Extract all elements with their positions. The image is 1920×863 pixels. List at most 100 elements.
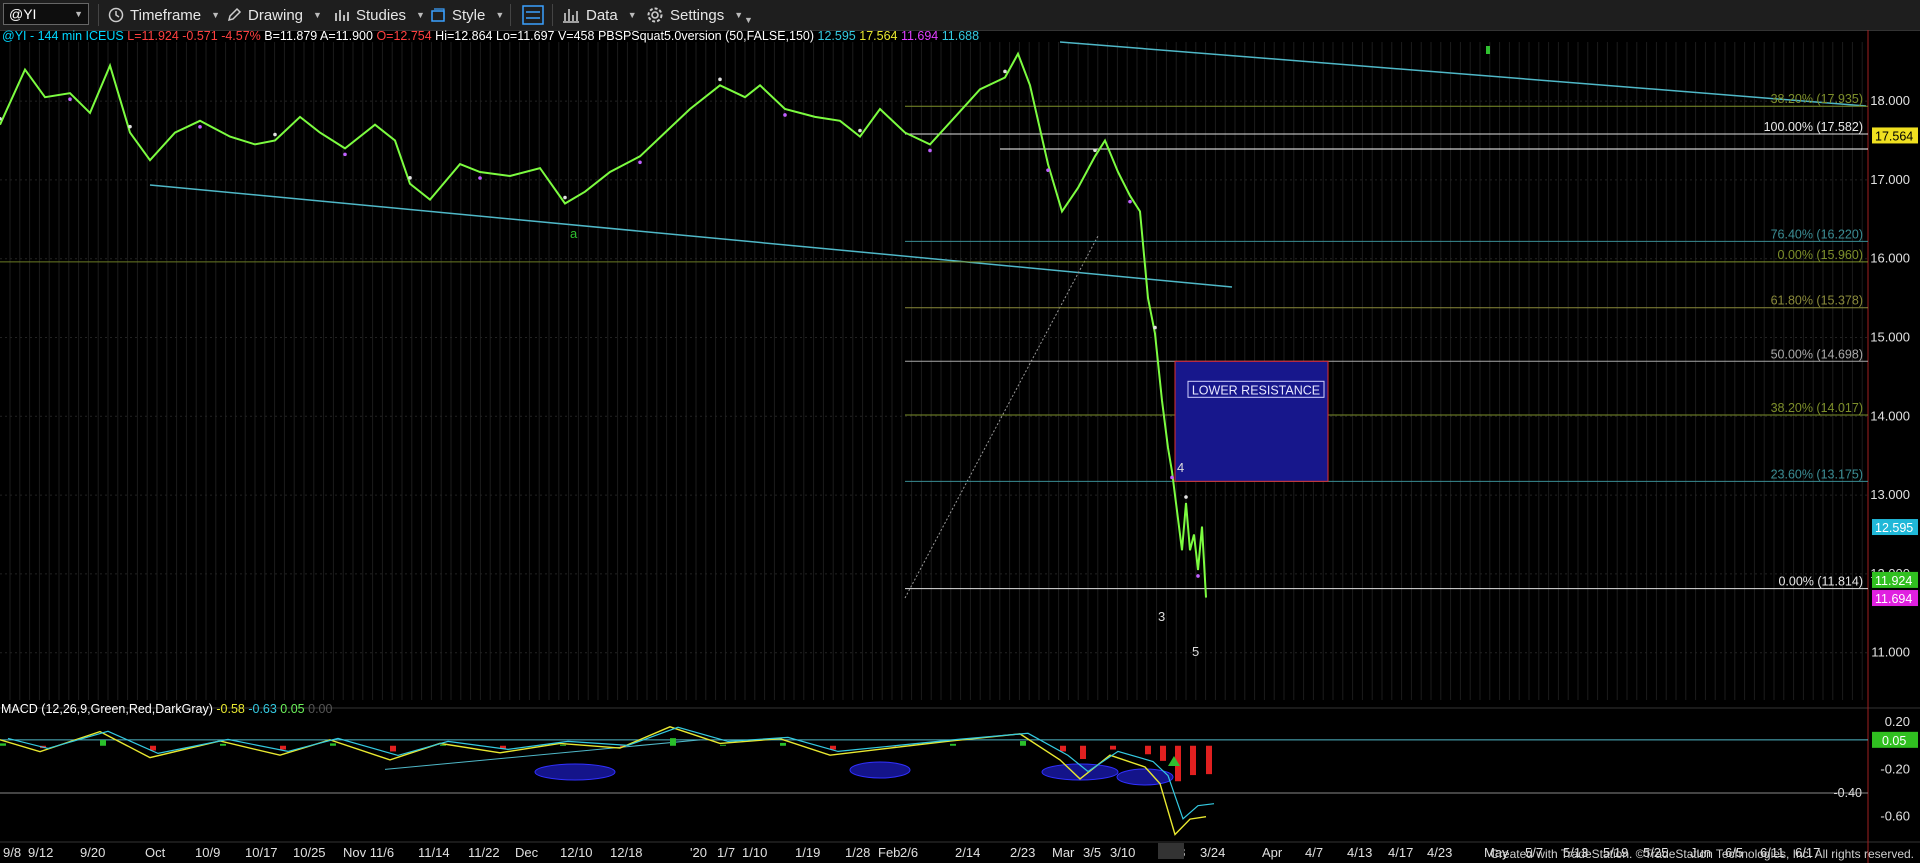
settings-label: Settings — [670, 6, 725, 24]
macd-histogram-bar — [1060, 745, 1066, 752]
toolbar-divider — [98, 4, 99, 26]
pivot-marker — [1093, 148, 1097, 153]
pivot-marker — [1046, 168, 1050, 172]
x-axis-tick: 3/24 — [1200, 845, 1225, 860]
macd-header-value: MACD (12,26,9,Green,Red,DarkGray) — [1, 702, 213, 716]
x-axis-tick: 2/14 — [955, 845, 980, 860]
pivot-marker — [273, 132, 277, 137]
wave-label: 5 — [1192, 644, 1199, 659]
more-button[interactable]: ▼ — [744, 0, 753, 30]
macd-histogram-bar — [1080, 745, 1086, 759]
clock-icon — [108, 7, 124, 23]
pivot-marker — [198, 125, 202, 129]
wave-label: 4 — [1177, 460, 1184, 475]
timeframe-button[interactable]: Timeframe ▼ — [108, 0, 220, 30]
header-value: A=11.900 — [317, 30, 373, 43]
fib-level-label: 38.20% (17.935) — [1771, 92, 1863, 106]
macd-header-value: 0.00 — [305, 702, 333, 716]
x-axis-tick: 2/23 — [1010, 845, 1035, 860]
fib-level-label: 0.00% (15.960) — [1778, 248, 1863, 262]
x-axis-tick: 4/13 — [1347, 845, 1372, 860]
macd-histogram-bar — [220, 743, 226, 746]
header-value: -4.57% — [218, 30, 261, 43]
x-axis-tick: 4/23 — [1427, 845, 1452, 860]
macd-header-value: -0.63 — [245, 702, 277, 716]
symbol-text: @YI — [9, 6, 37, 22]
y-axis-tick: 16.000 — [1870, 251, 1910, 266]
x-axis-tick: Feb — [878, 845, 900, 860]
x-axis-tick: 4/7 — [1305, 845, 1323, 860]
footer-credit: Created with TradeStation. ©TradeStation… — [1490, 847, 1914, 861]
pivot-marker — [1003, 69, 1007, 74]
macd-histogram-bar — [780, 742, 786, 746]
chevron-down-icon[interactable]: ▼ — [74, 9, 83, 19]
x-axis-cursor — [1158, 843, 1184, 859]
macd-histogram-bar — [280, 745, 286, 750]
x-axis-tick: 12/18 — [610, 845, 643, 860]
x-axis-tick: 3/10 — [1110, 845, 1135, 860]
y-axis-tick: 15.000 — [1870, 330, 1910, 345]
x-axis-tick: 11/14 — [418, 845, 450, 860]
x-axis-tick: Nov 11/6 — [343, 845, 394, 860]
data-label: Data — [586, 6, 618, 24]
divergence-ellipse — [849, 761, 911, 779]
macd-histogram-bar — [330, 743, 336, 746]
divergence-ellipse — [534, 763, 616, 781]
pivot-marker — [68, 97, 72, 102]
macd-axis-tick: -0.60 — [1880, 809, 1910, 824]
x-axis-tick: 11/22 — [468, 845, 500, 860]
macd-histogram-bar — [1206, 745, 1212, 775]
drawing-label: Drawing — [248, 6, 304, 24]
symbol-input[interactable]: @YI ▼ — [3, 3, 89, 25]
header-value: -0.571 — [179, 30, 218, 43]
x-axis-tick: 1/7 — [717, 845, 735, 860]
timeframe-label: Timeframe — [130, 6, 202, 24]
header-value: 11.688 — [938, 30, 979, 43]
x-axis-tick: 1/28 — [845, 845, 870, 860]
signal-marker — [1486, 46, 1490, 54]
fib-level-label: 38.20% (14.017) — [1771, 401, 1863, 415]
header-value: O=12.754 — [373, 30, 432, 43]
header-value: Hi=12.864 — [432, 30, 493, 43]
x-axis-tick: 3/5 — [1083, 845, 1101, 860]
macd-axis-tick: -0.20 — [1880, 761, 1910, 776]
header-value: PBSPSquat5.0version (50,FALSE,150) — [594, 30, 814, 43]
macd-histogram-bar — [1190, 745, 1196, 776]
x-axis-tick: Mar — [1052, 845, 1075, 860]
macd-histogram-bar — [560, 744, 566, 746]
studies-button[interactable]: Studies ▼ — [334, 0, 425, 30]
price-tag-label: 11.694 — [1875, 592, 1912, 606]
layout-button[interactable] — [522, 0, 550, 30]
drawing-button[interactable]: Drawing ▼ — [226, 0, 322, 30]
macd-histogram-bar — [1110, 745, 1116, 750]
price-chart[interactable]: @YI - 144 min ICEUS L=11.924 -0.571 -4.5… — [0, 30, 1920, 863]
style-icon — [431, 8, 445, 22]
chevron-down-icon: ▼ — [627, 10, 637, 20]
fib-level-label: 50.00% (14.698) — [1771, 347, 1863, 361]
x-axis-tick: 10/17 — [245, 845, 278, 860]
macd-header: MACD (12,26,9,Green,Red,DarkGray) -0.58 … — [1, 702, 332, 716]
studies-icon — [335, 10, 349, 21]
divergence-ellipse — [1041, 763, 1119, 781]
pivot-marker — [718, 77, 722, 82]
x-axis-tick: 1/10 — [742, 845, 767, 860]
macd-tag-label: -0.40 — [1834, 786, 1863, 800]
x-axis-tick: 10/9 — [195, 845, 220, 860]
pivot-marker — [1196, 574, 1200, 578]
style-button[interactable]: Style ▼ — [430, 0, 504, 30]
x-axis-tick: 12/10 — [560, 845, 593, 860]
settings-button[interactable]: Settings ▼ — [646, 0, 743, 30]
resistance-label: LOWER RESISTANCE — [1192, 383, 1320, 397]
fib-level-label: 23.60% (13.175) — [1771, 467, 1863, 481]
macd-tag-label: 0.05 — [1882, 734, 1906, 748]
pivot-marker — [783, 113, 787, 117]
data-button[interactable]: Data ▼ — [562, 0, 637, 30]
wave-label: 3 — [1158, 609, 1165, 624]
macd-histogram-bar — [390, 745, 396, 752]
projection-line — [904, 235, 1099, 599]
macd-histogram-bar — [670, 738, 676, 746]
chevron-down-icon: ▼ — [744, 15, 753, 25]
price-tag-label: 17.564 — [1875, 129, 1913, 143]
toolbar-divider — [552, 4, 553, 26]
macd-histogram-bar — [100, 740, 106, 746]
